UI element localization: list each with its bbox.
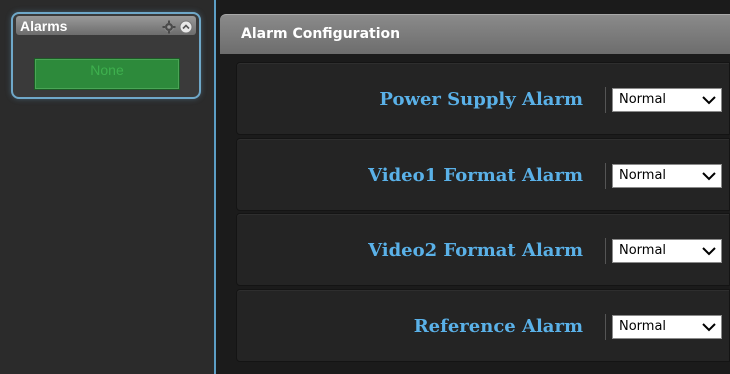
sidebar: Alarms None: [0, 0, 214, 374]
alarm-label: Reference Alarm: [413, 316, 583, 337]
chevron-down-icon: [702, 323, 716, 332]
panel-header: Alarm Configuration: [220, 14, 730, 54]
chevron-down-icon: [702, 247, 716, 256]
panel-title: Alarm Configuration: [241, 26, 401, 42]
select-value: Normal: [619, 319, 667, 334]
row-separator: [605, 87, 606, 113]
alarms-widget-header: Alarms: [16, 16, 196, 35]
collapse-icon[interactable]: [179, 19, 193, 33]
gear-icon[interactable]: [162, 19, 176, 33]
alarm-label: Video2 Format Alarm: [368, 240, 583, 261]
alarm-row-power-supply: Power Supply Alarm Normal: [236, 62, 730, 135]
row-separator: [605, 314, 606, 340]
alarms-widget-title: Alarms: [20, 17, 68, 34]
alarm-label: Video1 Format Alarm: [368, 165, 583, 186]
select-value: Normal: [619, 92, 667, 107]
alarms-status-indicator: None: [34, 58, 180, 90]
alarm-level-select[interactable]: Normal: [612, 239, 722, 263]
select-value: Normal: [619, 243, 667, 258]
alarm-level-select[interactable]: Normal: [612, 88, 722, 112]
alarm-level-select[interactable]: Normal: [612, 315, 722, 339]
chevron-down-icon: [702, 172, 716, 181]
alarm-label: Power Supply Alarm: [379, 89, 583, 110]
row-separator: [605, 238, 606, 264]
alarm-row-reference: Reference Alarm Normal: [236, 289, 730, 362]
alarm-row-video1-format: Video1 Format Alarm Normal: [236, 138, 730, 211]
alarm-row-video2-format: Video2 Format Alarm Normal: [236, 213, 730, 286]
main-panel: Alarm Configuration Power Supply Alarm N…: [216, 0, 730, 374]
select-value: Normal: [619, 168, 667, 183]
alarms-widget: Alarms None: [11, 12, 201, 99]
row-separator: [605, 163, 606, 189]
chevron-down-icon: [702, 96, 716, 105]
alarm-level-select[interactable]: Normal: [612, 164, 722, 188]
